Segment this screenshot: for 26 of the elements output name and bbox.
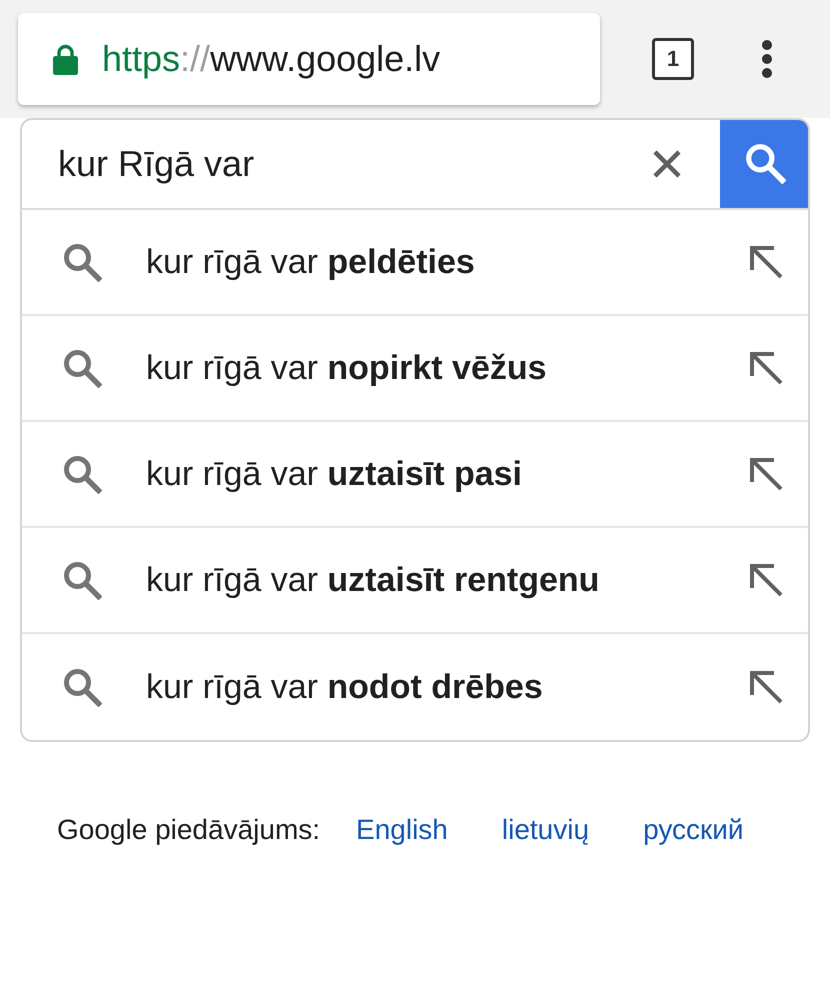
search-icon (744, 141, 786, 185)
suggestion-text[interactable]: kur rīgā var uztaisīt pasi (146, 448, 748, 500)
suggestion-text[interactable]: kur rīgā var nodot drēbes (146, 662, 748, 712)
suggestion-text[interactable]: kur rīgā var uztaisīt rentgenu (146, 554, 748, 606)
search-field[interactable]: kur Rīgā var (22, 120, 652, 208)
search-icon (62, 667, 102, 707)
arrow-icon[interactable] (748, 350, 784, 386)
language-link[interactable]: русский (643, 809, 744, 851)
search-icon (62, 348, 102, 388)
search-button[interactable] (720, 120, 808, 208)
search-icon (62, 242, 102, 282)
search-icon (62, 454, 102, 494)
suggestion-text[interactable]: kur rīgā var nopirkt vēžus (146, 342, 748, 394)
menu-icon[interactable] (761, 40, 773, 78)
tab-count-button[interactable]: 1 (652, 38, 694, 80)
search-icon (62, 560, 102, 600)
address-bar[interactable]: https://www.google.lv (18, 13, 600, 105)
arrow-icon[interactable] (748, 456, 784, 492)
arrow-icon[interactable] (748, 669, 784, 705)
language-link[interactable]: English (356, 809, 448, 851)
suggestion-text[interactable]: kur rīgā var peldēties (146, 236, 748, 288)
arrow-icon[interactable] (748, 562, 784, 598)
close-icon[interactable] (652, 149, 682, 179)
language-link[interactable]: lietuvių (502, 809, 590, 851)
offer-label: Google piedāvājums: (57, 813, 320, 847)
arrow-icon[interactable] (748, 244, 784, 280)
